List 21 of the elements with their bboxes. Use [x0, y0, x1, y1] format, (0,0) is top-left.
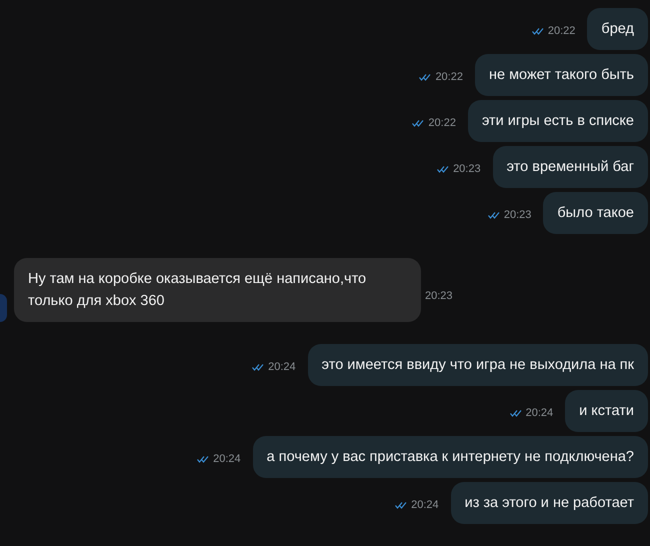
message-bubble: Ну там на коробке оказывается ещё написано,что только для xbox 360 — [14, 258, 421, 322]
message-bubble: было такое — [543, 192, 648, 234]
message-bubble: эти игры есть в списке — [468, 100, 648, 142]
message-time: 20:23 — [425, 290, 453, 302]
message-time: 20:24 — [268, 361, 296, 373]
message-bubble: а почему у вас приставка к интернету не подключена? — [252, 436, 648, 478]
message-bubble: не может такого быть — [474, 54, 648, 96]
message-time: 20:24 — [526, 407, 554, 419]
message-bubble: это имеется ввиду что игра не выходила на пк — [308, 344, 648, 386]
message-time: 20:24 — [213, 453, 241, 465]
message-time: 20:22 — [548, 25, 576, 37]
message-bubble: это временный баг — [492, 146, 648, 188]
message-time: 20:23 — [504, 209, 532, 221]
message-time: 20:22 — [428, 117, 456, 129]
message-bubble: и кстати — [565, 390, 648, 432]
message-time: 20:24 — [411, 499, 439, 511]
message-bubble: бред — [587, 8, 648, 50]
message-bubble: из за этого и не работает — [450, 482, 648, 524]
avatar — [0, 294, 7, 322]
message-time: 20:23 — [453, 163, 481, 175]
message-time: 20:22 — [435, 71, 463, 83]
